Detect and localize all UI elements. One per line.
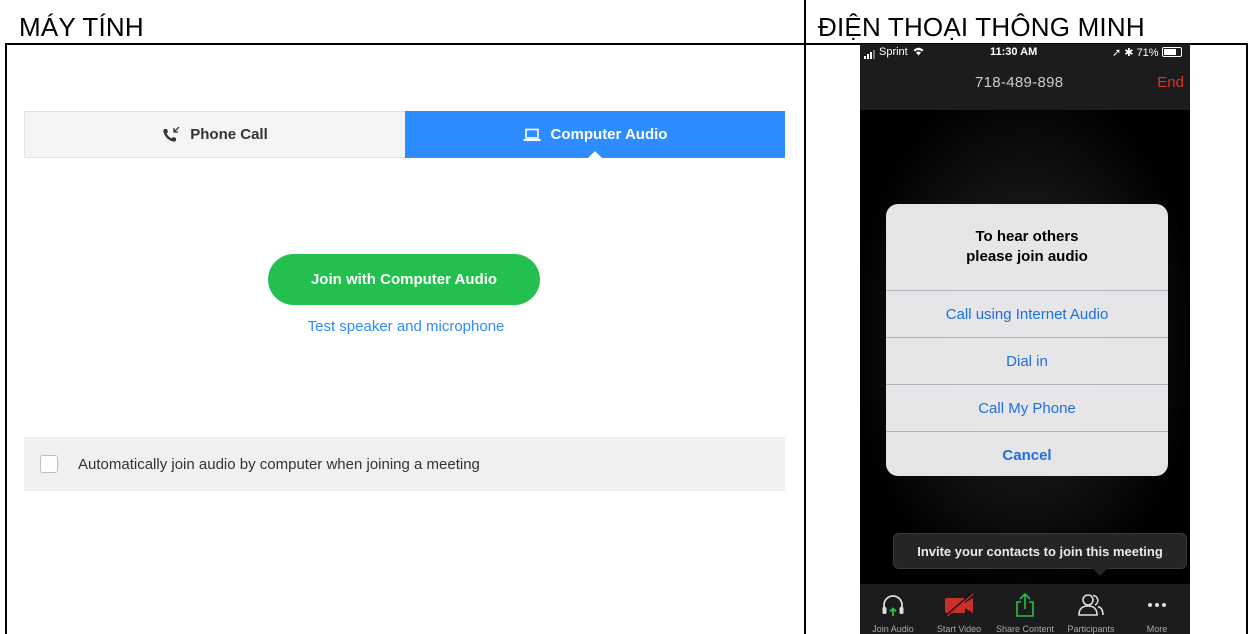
alert-title-line2: please join audio xyxy=(966,248,1088,265)
phone-icon xyxy=(162,126,180,143)
participants-icon xyxy=(1077,590,1105,620)
cancel-button[interactable]: Cancel xyxy=(886,431,1168,476)
tab-phone-call-label: Phone Call xyxy=(190,126,268,143)
location-icon: ➚ xyxy=(1112,47,1122,59)
call-number: 718-489-898 xyxy=(975,74,1064,91)
phone-screenshot: Sprint 11:30 AM ➚ ✱ 71% 718-489-898 End … xyxy=(860,44,1190,634)
audio-tabs: Phone Call Computer Audio xyxy=(24,111,785,159)
more-icon xyxy=(1145,590,1169,620)
dial-in-button[interactable]: Dial in xyxy=(886,337,1168,384)
column-header-computer: MÁY TÍNH xyxy=(19,12,144,42)
share-icon xyxy=(1012,590,1038,620)
toolbar-share-content[interactable]: Share Content xyxy=(992,584,1058,634)
meeting-toolbar: Join Audio Start Video Share Content Par… xyxy=(860,584,1190,634)
toolbar-start-video-label: Start Video xyxy=(936,624,982,634)
toolbar-more[interactable]: More xyxy=(1124,584,1190,634)
toolbar-participants[interactable]: Participants xyxy=(1058,584,1124,634)
tab-computer-audio[interactable]: Computer Audio xyxy=(405,111,785,159)
test-speaker-link[interactable]: Test speaker and microphone xyxy=(220,318,592,335)
bluetooth-icon: ✱ xyxy=(1124,47,1134,59)
join-computer-audio-button[interactable]: Join with Computer Audio xyxy=(268,254,540,305)
alert-title-line1: To hear others xyxy=(975,228,1079,245)
headphones-icon xyxy=(880,590,906,620)
end-call-button[interactable]: End xyxy=(1157,74,1184,91)
auto-join-label[interactable]: Automatically join audio by computer whe… xyxy=(78,456,480,473)
table-left-border xyxy=(5,43,7,634)
table-right-border xyxy=(1246,43,1248,634)
video-off-icon xyxy=(942,590,976,620)
tab-computer-audio-label: Computer Audio xyxy=(550,126,668,143)
call-my-phone-button[interactable]: Call My Phone xyxy=(886,384,1168,431)
toolbar-join-audio[interactable]: Join Audio xyxy=(860,584,926,634)
toolbar-participants-label: Participants xyxy=(1067,624,1115,634)
toolbar-more-label: More xyxy=(1146,624,1168,634)
invite-tooltip: Invite your contacts to join this meetin… xyxy=(893,533,1187,576)
tab-phone-call[interactable]: Phone Call xyxy=(24,111,405,158)
table-column-divider xyxy=(804,0,806,634)
auto-join-checkbox[interactable] xyxy=(40,455,58,473)
phone-call-header: Sprint 11:30 AM ➚ ✱ 71% 718-489-898 End xyxy=(860,44,1190,110)
toolbar-share-content-label: Share Content xyxy=(995,624,1055,634)
laptop-icon xyxy=(523,128,541,142)
status-battery: ➚ ✱ 71% xyxy=(1112,46,1182,62)
call-internet-audio-button[interactable]: Call using Internet Audio xyxy=(886,290,1168,337)
alert-title: To hear others please join audio xyxy=(886,204,1168,290)
toolbar-start-video[interactable]: Start Video xyxy=(926,584,992,634)
comparison-table: MÁY TÍNH ĐIỆN THOẠI THÔNG MINH Phone Cal… xyxy=(0,0,1253,634)
wifi-icon xyxy=(913,46,924,58)
toolbar-join-audio-label: Join Audio xyxy=(872,624,914,634)
column-header-smartphone: ĐIỆN THOẠI THÔNG MINH xyxy=(818,12,1145,42)
battery-icon xyxy=(1161,47,1182,57)
join-audio-alert: To hear others please join audio Call us… xyxy=(886,204,1168,476)
status-time: 11:30 AM xyxy=(990,46,1038,58)
signal-icon xyxy=(864,47,876,59)
auto-join-row: Automatically join audio by computer whe… xyxy=(24,437,785,491)
status-carrier: Sprint xyxy=(864,46,924,62)
